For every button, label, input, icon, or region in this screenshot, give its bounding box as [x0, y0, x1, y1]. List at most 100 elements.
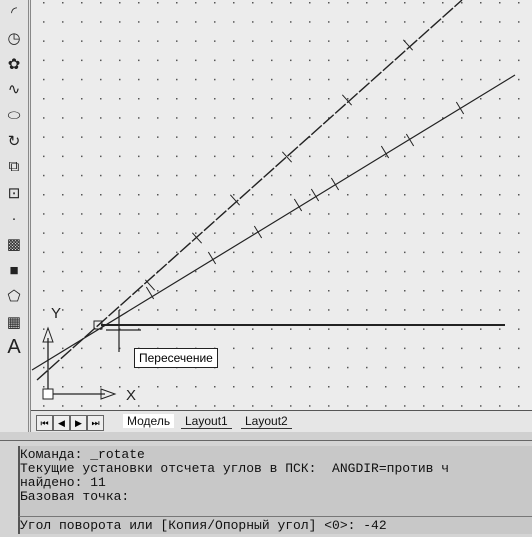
grid-dot [518, 347, 520, 350]
point-icon[interactable]: · [4, 208, 24, 228]
multiline-text-icon[interactable]: A [4, 336, 24, 358]
grid-dot [366, 366, 368, 369]
revcloud-icon[interactable]: ✿ [4, 54, 24, 74]
grid-dot [233, 232, 235, 234]
grid-dot [252, 386, 254, 388]
grid-dot [138, 21, 140, 23]
first-tab-button[interactable]: ⏮ [36, 415, 53, 431]
ucs-origin-box [42, 388, 54, 400]
grid-dot [480, 309, 482, 311]
grid-dot [480, 117, 482, 119]
circle-icon[interactable]: ◷ [4, 28, 24, 48]
grid-dot [62, 347, 64, 350]
region-icon[interactable]: ⬠ [4, 286, 24, 306]
grid-dot [43, 2, 45, 4]
last-tab-button[interactable]: ⏭ [87, 415, 104, 431]
grid-dot [100, 136, 102, 138]
grid-dot [328, 309, 330, 311]
grid-dot [233, 347, 235, 350]
grid-dot [138, 155, 140, 158]
grid-dot [404, 347, 406, 350]
grid-dot [62, 194, 64, 196]
hatch-icon[interactable]: ▩ [4, 234, 24, 254]
grid-dot [309, 21, 311, 23]
grid-dot [404, 213, 406, 215]
grid-dot [385, 270, 387, 273]
grid-dot [43, 366, 45, 369]
drawing-canvas[interactable]: YX Пересечение [31, 0, 532, 410]
grid-dot [252, 232, 254, 234]
grid-dot [442, 21, 444, 23]
grid-dot [328, 232, 330, 234]
grid-dot [100, 251, 102, 254]
ellipse-arc-icon[interactable]: ↻ [4, 131, 24, 151]
grid-dot [195, 78, 197, 81]
grid-dot [62, 136, 64, 138]
command-input[interactable]: Угол поворота или [Копия/Опорный угол] <… [18, 516, 532, 534]
spline-icon[interactable]: ∿ [4, 79, 24, 99]
grid-dot [43, 213, 45, 215]
grid-dot [252, 155, 254, 158]
grid-dot [480, 366, 482, 369]
grid-dot [81, 117, 83, 119]
grid-dot [499, 155, 501, 158]
grid-dot [62, 78, 64, 81]
grid-dot [385, 328, 387, 330]
splitter[interactable] [0, 432, 532, 441]
grid-dot [119, 78, 121, 81]
grid-dot [43, 174, 45, 177]
grid-dot [404, 405, 406, 407]
grid-dot [138, 232, 140, 234]
grid-dot [100, 270, 102, 273]
grid-dot [195, 328, 197, 330]
grid-dot [271, 386, 273, 388]
grid-dot [518, 386, 520, 388]
gradient-icon[interactable]: ■ [4, 260, 24, 280]
grid-dot [290, 174, 292, 177]
grid-dot [81, 78, 83, 81]
grid-dot [423, 40, 425, 42]
insert-block-icon[interactable]: ⧉ [4, 157, 24, 177]
grid-dot [195, 98, 197, 100]
grid-dot [518, 232, 520, 234]
grid-dot [347, 59, 349, 62]
table-icon[interactable]: ▦ [4, 312, 24, 332]
grid-dot [81, 328, 83, 330]
grid-dot [214, 251, 216, 254]
grid-dot [385, 98, 387, 100]
grid-dot [271, 251, 273, 254]
grid-dot [233, 213, 235, 215]
grid-dot [442, 213, 444, 215]
grid-dot [404, 21, 406, 23]
grid-dot [442, 309, 444, 311]
grid-dot [81, 290, 83, 292]
arc-icon[interactable]: ◜ [4, 2, 24, 22]
grid-dot [176, 155, 178, 158]
grid-dot [233, 78, 235, 81]
make-block-icon[interactable]: ⊡ [4, 183, 24, 203]
drawing-svg[interactable]: YX [31, 0, 532, 410]
ellipse-icon[interactable]: ⬭ [4, 105, 24, 125]
grid-dot [81, 174, 83, 177]
grid-dot [461, 117, 463, 119]
tab-layout1[interactable]: Layout1 [181, 414, 232, 429]
tab-layout2[interactable]: Layout2 [241, 414, 292, 429]
grid-dot [309, 40, 311, 42]
grid-dot [480, 155, 482, 158]
grid-dot [62, 386, 64, 388]
grid-dot [404, 251, 406, 254]
grid-dot [81, 347, 83, 350]
grid-dot [252, 366, 254, 369]
grid-dot [480, 174, 482, 177]
grid-dot [290, 366, 292, 369]
prev-tab-button[interactable]: ◀ [53, 415, 70, 431]
grid-dot [100, 290, 102, 292]
tab-model[interactable]: Модель [123, 414, 175, 428]
grid-dot [347, 136, 349, 138]
tick-mark [145, 286, 155, 300]
next-tab-button[interactable]: ▶ [70, 415, 87, 431]
grid-dot [157, 251, 159, 254]
grid-dot [461, 405, 463, 407]
grid-dot [100, 174, 102, 177]
grid-dot [347, 2, 349, 4]
